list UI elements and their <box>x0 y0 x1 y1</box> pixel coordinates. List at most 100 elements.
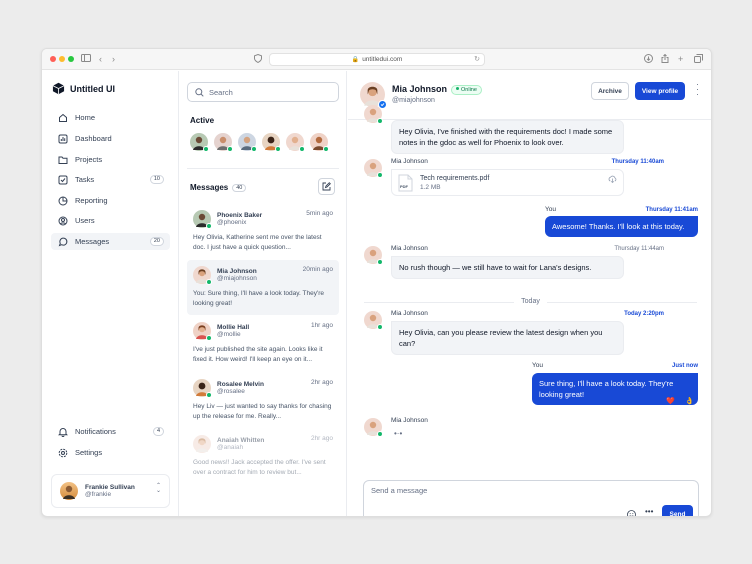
conversation-name: Mia Johnson <box>217 268 257 275</box>
bell-icon <box>58 427 68 437</box>
pie-chart-icon <box>58 196 68 206</box>
address-bar[interactable]: 🔒 untitledui.com ↻ <box>269 53 485 66</box>
messages-count-badge: 20 <box>149 237 164 246</box>
online-indicator <box>377 259 383 265</box>
contact-name-row: Mia Johnson Online <box>392 84 482 95</box>
avatar <box>60 482 78 500</box>
message-sender: You <box>545 206 556 213</box>
message-time: Thursday 11:40am <box>611 159 664 165</box>
chat-panel: Mia Johnson Online @miajohnson Archive Vi… <box>348 71 711 516</box>
active-user-avatar[interactable] <box>286 133 305 152</box>
emoji-icon[interactable] <box>627 510 636 516</box>
tabs-overview-icon[interactable] <box>694 54 703 65</box>
message-avatar <box>364 418 383 437</box>
reload-icon[interactable]: ↻ <box>474 54 480 65</box>
conversation-handle: @rosalee <box>217 388 245 395</box>
more-vertical-icon[interactable]: · · · <box>696 80 699 99</box>
nav-item-reporting[interactable]: Reporting <box>51 192 170 209</box>
conversation-time: 2hr ago <box>310 435 333 442</box>
active-user-avatar[interactable] <box>310 133 329 152</box>
active-user-avatar[interactable] <box>238 133 257 152</box>
contact-handle: @miajohnson <box>392 97 435 104</box>
avatar <box>193 379 212 398</box>
more-horizontal-icon[interactable]: ••• <box>645 508 653 516</box>
message-bubble: Hey Olivia, I've finished with the requi… <box>391 120 624 154</box>
message-bubble: Awesome! Thanks. I'll look at this today… <box>545 216 698 237</box>
search-icon <box>195 87 204 97</box>
nav-item-dashboard[interactable]: Dashboard <box>51 130 170 147</box>
online-indicator <box>377 172 383 178</box>
conversation-item[interactable]: Anaiah Whitten @anaiah 2hr ago Good news!… <box>187 429 339 484</box>
message-avatar <box>364 159 383 178</box>
heart-reaction[interactable]: ❤️ <box>666 397 675 405</box>
conversation-handle: @anaiah <box>217 444 244 451</box>
url-text: untitledui.com <box>362 56 403 63</box>
active-section-title: Active <box>190 116 215 125</box>
nav-item-home[interactable]: Home <box>51 109 170 126</box>
active-user-avatar[interactable] <box>262 133 281 152</box>
chat-header: Mia Johnson Online @miajohnson Archive Vi… <box>348 71 711 120</box>
forward-icon[interactable]: › <box>112 54 115 64</box>
nav-item-settings[interactable]: Settings <box>51 444 170 461</box>
logo-cube-icon <box>52 82 65 95</box>
conversation-item[interactable]: Rosalee Melvin @rosalee 2hr ago Hey Liv —… <box>187 373 339 428</box>
new-tab-icon[interactable]: + <box>678 54 683 64</box>
nav-label: Users <box>75 216 95 225</box>
nav-item-tasks[interactable]: Tasks 10 <box>51 171 170 188</box>
compose-button[interactable] <box>318 178 335 195</box>
brand-name: Untitled UI <box>70 83 115 94</box>
avatar <box>193 322 212 341</box>
conversation-preview: I've just published the site again. Look… <box>193 346 323 363</box>
archive-button[interactable]: Archive <box>591 82 629 100</box>
nav-item-messages[interactable]: Messages 20 <box>51 233 170 250</box>
send-button[interactable]: Send <box>662 505 693 516</box>
message-composer[interactable]: Send a message ••• Send <box>363 480 699 516</box>
avatar <box>193 210 212 229</box>
online-indicator <box>299 146 305 152</box>
download-cloud-icon[interactable] <box>608 175 617 185</box>
close-window-button[interactable] <box>50 56 56 62</box>
maximize-window-button[interactable] <box>68 56 74 62</box>
sidebar-toggle-icon[interactable] <box>81 54 91 64</box>
file-type-label: PDF <box>400 184 408 189</box>
active-user-avatar[interactable] <box>214 133 233 152</box>
ok-hand-reaction[interactable]: 👌 <box>685 397 694 405</box>
folder-icon <box>58 155 68 165</box>
shield-icon[interactable] <box>254 53 262 65</box>
avatar <box>193 266 212 285</box>
conversation-item[interactable]: Mollie Hall @mollie 1hr ago I've just pub… <box>187 316 339 371</box>
online-indicator <box>206 335 212 341</box>
nav-item-users[interactable]: Users <box>51 212 170 229</box>
chevron-selector-icon[interactable]: ⌃ ⌄ <box>156 483 161 494</box>
conversation-time: 1hr ago <box>310 322 333 329</box>
brand-logo[interactable]: Untitled UI <box>52 82 115 95</box>
conversation-name: Rosalee Melvin <box>217 381 264 388</box>
active-user-avatar[interactable] <box>190 133 209 152</box>
back-icon[interactable]: ‹ <box>99 54 102 64</box>
current-user-card[interactable]: Frankie Sullivan @frankie ⌃ ⌄ <box>51 474 170 508</box>
online-indicator <box>203 146 209 152</box>
view-profile-button[interactable]: View profile <box>635 82 685 100</box>
conversation-item[interactable]: Phoenix Baker @phoenix 5min ago Hey Olivi… <box>187 204 339 259</box>
message-sender: You <box>532 362 543 369</box>
file-attachment[interactable]: PDF Tech requirements.pdf 1.2 MB <box>391 169 624 196</box>
status-text: Online <box>461 87 477 93</box>
conversation-name: Anaiah Whitten <box>217 437 265 444</box>
contact-avatar[interactable] <box>360 82 387 109</box>
conversation-name: Phoenix Baker <box>217 212 263 219</box>
lock-icon: 🔒 <box>351 57 360 63</box>
minimize-window-button[interactable] <box>59 56 65 62</box>
conversation-item[interactable]: Mia Johnson @miajohnson 20min ago You: Su… <box>187 260 339 315</box>
online-indicator <box>377 118 383 124</box>
notifications-count-badge: 4 <box>152 427 164 436</box>
share-icon[interactable] <box>661 53 669 65</box>
download-icon[interactable] <box>644 54 653 65</box>
nav-item-notifications[interactable]: Notifications 4 <box>51 423 170 440</box>
avatar <box>193 435 211 453</box>
search-input[interactable]: Search <box>187 82 339 102</box>
nav-label: Notifications <box>75 427 116 436</box>
message-time: Just now <box>671 363 698 369</box>
nav-item-projects[interactable]: Projects <box>51 151 170 168</box>
user-icon <box>58 216 68 226</box>
conversation-preview: You: Sure thing, I'll have a look today.… <box>193 290 324 307</box>
